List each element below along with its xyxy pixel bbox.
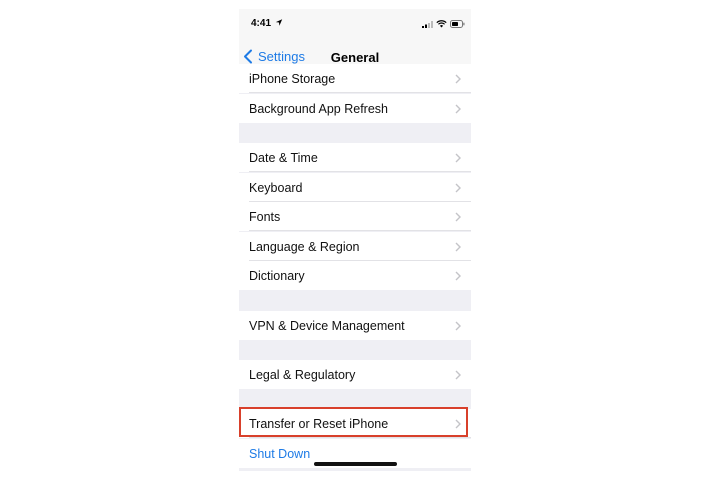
- location-arrow-icon: [275, 19, 283, 26]
- page-title: General: [330, 50, 380, 65]
- row-label: Language & Region: [249, 240, 360, 254]
- home-indicator[interactable]: [314, 462, 397, 466]
- row-legal-regulatory[interactable]: Legal & Regulatory: [239, 360, 471, 389]
- chevron-right-icon: [455, 321, 461, 331]
- row-divider: [249, 437, 471, 438]
- row-fonts[interactable]: Fonts: [239, 202, 471, 231]
- wifi-icon: [436, 20, 447, 28]
- status-bar: 4:41: [239, 9, 471, 39]
- row-transfer-reset-iphone[interactable]: Transfer or Reset iPhone: [239, 409, 471, 438]
- row-label: Background App Refresh: [249, 102, 388, 116]
- row-background-app-refresh[interactable]: Background App Refresh: [239, 94, 471, 123]
- row-divider: [249, 171, 471, 172]
- row-divider: [249, 230, 471, 231]
- row-dictionary[interactable]: Dictionary: [239, 261, 471, 290]
- chevron-right-icon: [455, 370, 461, 380]
- row-date-time[interactable]: Date & Time: [239, 143, 471, 172]
- row-iphone-storage[interactable]: iPhone Storage: [239, 64, 471, 93]
- row-label: Fonts: [249, 210, 281, 224]
- status-time: 4:41: [251, 18, 272, 29]
- row-label: Keyboard: [249, 181, 303, 195]
- row-label: Dictionary: [249, 269, 305, 283]
- chevron-right-icon: [455, 183, 461, 193]
- chevron-right-icon: [455, 153, 461, 163]
- chevron-right-icon: [455, 212, 461, 222]
- row-label: iPhone Storage: [249, 72, 336, 86]
- row-language-region[interactable]: Language & Region: [239, 232, 471, 261]
- chevron-right-icon: [455, 271, 461, 281]
- row-vpn-device-management[interactable]: VPN & Device Management: [239, 311, 471, 340]
- battery-icon: [450, 20, 465, 28]
- chevron-right-icon: [455, 104, 461, 114]
- row-label: VPN & Device Management: [249, 319, 405, 333]
- row-label: Date & Time: [249, 151, 318, 165]
- signal-icon: [422, 21, 433, 28]
- row-label: Transfer or Reset iPhone: [249, 417, 389, 431]
- row-label: Legal & Regulatory: [249, 368, 356, 382]
- phone-screen: 4:41 Settings General iPhone Storage Bac…: [239, 9, 471, 471]
- shut-down-label: Shut Down: [249, 447, 311, 461]
- row-divider: [249, 92, 471, 93]
- chevron-right-icon: [455, 242, 461, 252]
- chevron-right-icon: [455, 419, 461, 429]
- row-keyboard[interactable]: Keyboard: [239, 173, 471, 202]
- chevron-right-icon: [455, 74, 461, 84]
